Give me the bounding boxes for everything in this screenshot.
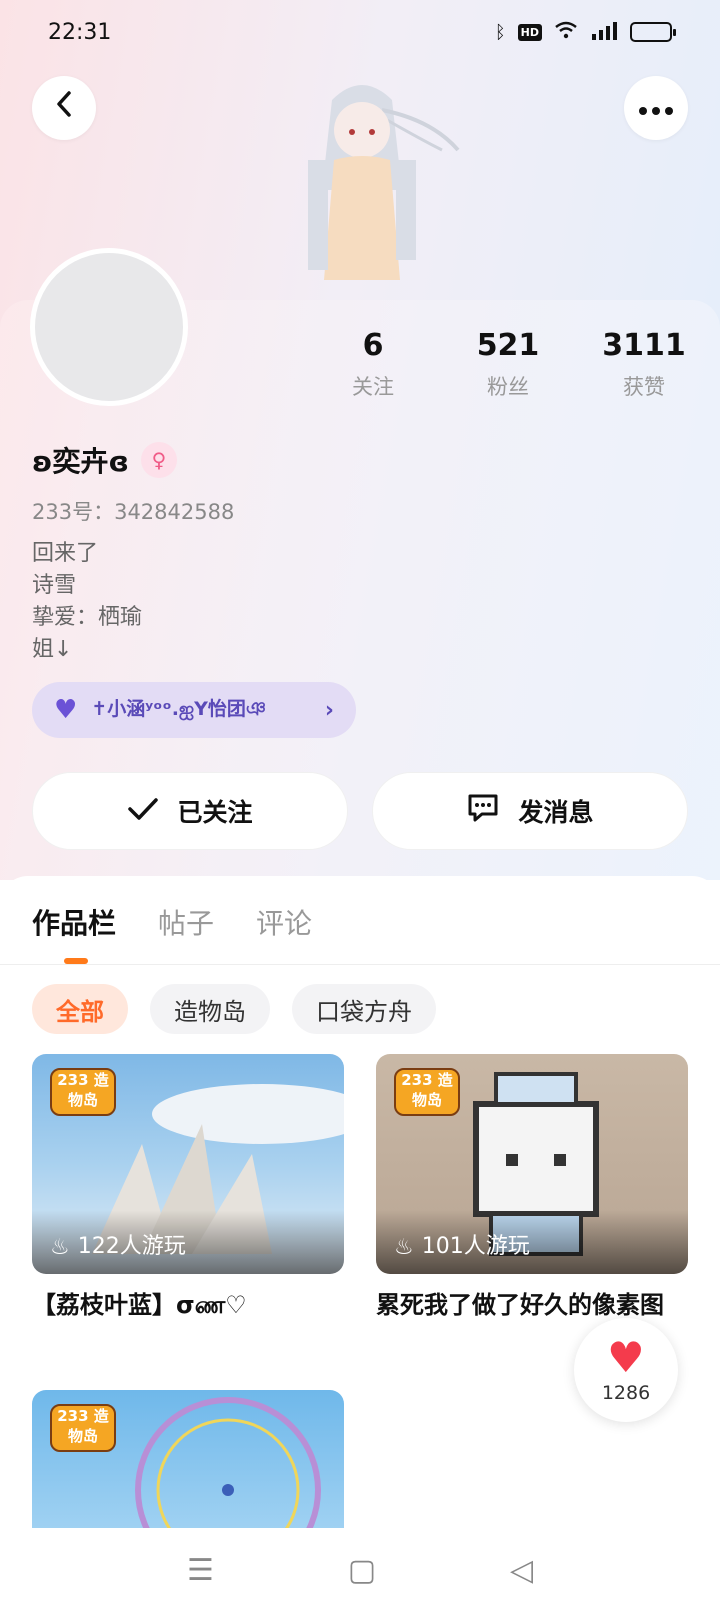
stat-fans[interactable]: 521 粉丝 — [443, 328, 573, 401]
play-count: ♨ 122人游玩 — [32, 1210, 344, 1274]
stat-likes-label: 获赞 — [623, 375, 665, 399]
double-heart-icon: ♥ — [54, 695, 78, 725]
back-button[interactable] — [32, 76, 96, 140]
chip-creation-island[interactable]: 造物岛 — [150, 984, 270, 1034]
chip-pocket-ark[interactable]: 口袋方舟 — [292, 984, 436, 1034]
heart-icon: ♥ — [607, 1333, 645, 1382]
signal-icon — [590, 20, 618, 45]
work-card[interactable]: 233 造物岛 ♨ 101人游玩 累死我了做了好久的像素图 — [376, 1054, 688, 1322]
hd-icon: HD — [517, 23, 542, 41]
group-pill[interactable]: ♥ ✝小涵ʸᵒᵒ.ஐY怡团ঞ › — [32, 682, 356, 738]
system-nav-bar: ☰ ▢ ◁ — [0, 1528, 720, 1612]
home-square-icon[interactable]: ▢ — [348, 1553, 376, 1588]
group-name: ✝小涵ʸᵒᵒ.ஐY怡团ঞ — [91, 697, 266, 720]
more-dots-icon — [638, 93, 674, 123]
tab-works[interactable]: 作品栏 — [32, 902, 116, 942]
stat-fans-label: 粉丝 — [487, 375, 529, 399]
nickname-row: ʚ奕卉ɞ ♀ — [32, 440, 177, 480]
menu-icon[interactable]: ☰ — [187, 1553, 214, 1588]
stat-likes[interactable]: 3111 获赞 — [579, 328, 709, 401]
stat-fans-value: 521 — [476, 328, 540, 363]
back-arrow-icon — [54, 90, 74, 126]
creation-island-badge: 233 造物岛 — [50, 1404, 116, 1452]
work-thumbnail: 233 造物岛 — [32, 1390, 344, 1528]
status-bar: 22:31 ᛒ HD — [0, 0, 720, 64]
more-button[interactable] — [624, 76, 688, 140]
bluetooth-icon: ᛒ — [494, 21, 506, 43]
flame-icon: ♨ — [394, 1235, 414, 1260]
back-triangle-icon[interactable]: ◁ — [510, 1553, 533, 1588]
followed-button[interactable]: 已关注 — [32, 772, 348, 850]
status-time: 22:31 — [48, 19, 112, 45]
play-count: ♨ 101人游玩 — [376, 1210, 688, 1274]
send-message-label: 发消息 — [518, 798, 594, 827]
work-thumbnail: 233 造物岛 ♨ 122人游玩 — [32, 1054, 344, 1274]
stat-following[interactable]: 6 关注 — [308, 328, 438, 401]
tab-divider — [0, 964, 720, 965]
play-count-text: 101人游玩 — [421, 1234, 530, 1259]
tab-comments[interactable]: 评论 — [256, 902, 312, 942]
chat-bubble-icon — [466, 792, 500, 831]
creation-island-badge: 233 造物岛 — [394, 1068, 460, 1116]
chevron-right-icon: › — [324, 697, 334, 723]
bio-line: 诗雪 — [32, 573, 77, 598]
wifi-icon — [554, 21, 578, 44]
avatar-character-image — [262, 70, 462, 302]
female-gender-icon: ♀ — [140, 442, 177, 478]
nickname: ʚ奕卉ɞ — [32, 445, 129, 478]
bio-line: 回来了 — [32, 541, 99, 566]
chip-all[interactable]: 全部 — [32, 984, 128, 1034]
bio-line: 姐↓ — [32, 637, 73, 662]
work-title: 【荔枝叶蓝】σண♡ — [32, 1291, 247, 1319]
avatar[interactable] — [30, 248, 188, 406]
stat-following-value: 6 — [362, 328, 384, 363]
bio-line: 挚爱：栖瑜 — [32, 605, 143, 630]
status-icons: ᛒ HD — [494, 20, 676, 45]
like-button[interactable]: ♥ 1286 — [574, 1318, 678, 1422]
tab-posts[interactable]: 帖子 — [158, 902, 214, 942]
creation-island-badge: 233 造物岛 — [50, 1068, 116, 1116]
bio: 回来了 诗雪 挚爱：栖瑜 姐↓ — [32, 538, 142, 666]
work-title: 累死我了做了好久的像素图 — [376, 1291, 664, 1319]
like-count: 1286 — [601, 1382, 651, 1404]
work-card[interactable]: 233 造物岛 ♨ 122人游玩 【荔枝叶蓝】σண♡ — [32, 1054, 344, 1322]
send-message-button[interactable]: 发消息 — [372, 772, 688, 850]
stat-following-label: 关注 — [352, 375, 394, 399]
play-count-text: 122人游玩 — [77, 1234, 186, 1259]
work-card[interactable]: 233 造物岛 — [32, 1390, 344, 1528]
stat-likes-value: 3111 — [602, 328, 686, 363]
work-thumbnail: 233 造物岛 ♨ 101人游玩 — [376, 1054, 688, 1274]
user-id: 233号：342842588 — [32, 500, 235, 524]
filter-chips: 全部 造物岛 口袋方舟 — [32, 984, 436, 1034]
tabs: 作品栏 帖子 评论 — [32, 902, 312, 942]
flame-icon: ♨ — [50, 1235, 70, 1260]
followed-label: 已关注 — [177, 798, 253, 827]
battery-icon — [630, 22, 676, 42]
check-icon — [127, 795, 159, 828]
